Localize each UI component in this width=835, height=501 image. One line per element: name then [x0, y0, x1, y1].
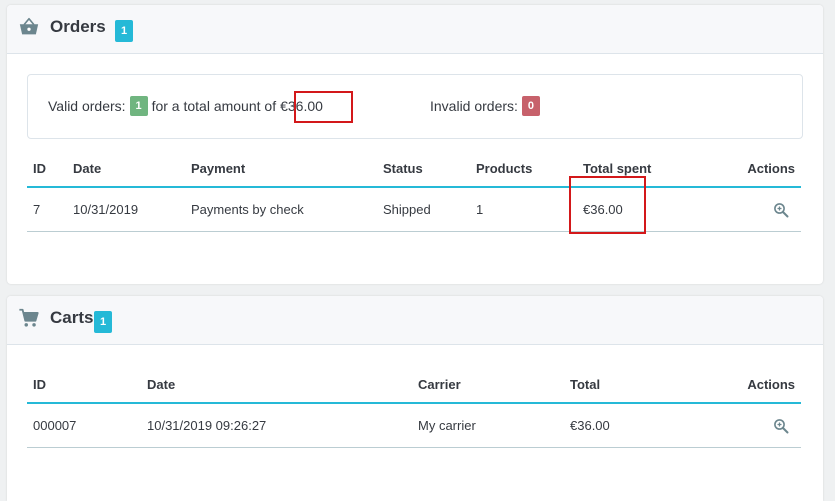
carts-table-header: ID Date Carrier Total Actions: [27, 366, 801, 404]
cart-actions: [696, 403, 801, 448]
cart-carrier: My carrier: [412, 403, 564, 448]
magnifier-plus-icon[interactable]: [773, 202, 789, 218]
shopping-cart-icon: [19, 308, 39, 327]
orders-col-payment[interactable]: Payment: [185, 150, 377, 188]
carts-count-badge: 1: [94, 311, 112, 333]
orders-col-date[interactable]: Date: [67, 150, 185, 188]
table-row[interactable]: 7 10/31/2019 Payments by check Shipped 1…: [27, 187, 801, 232]
basket-icon: [19, 17, 39, 35]
invalid-orders-label: Invalid orders:: [430, 98, 518, 114]
highlight-total-amount: [294, 91, 353, 123]
highlight-total-spent: [569, 176, 646, 234]
valid-orders-count-badge: 1: [129, 96, 148, 116]
order-products: 1: [470, 187, 577, 232]
invalid-orders-summary: Invalid orders: 0: [430, 96, 544, 116]
order-payment: Payments by check: [185, 187, 377, 232]
orders-count-badge: 1: [115, 20, 133, 42]
order-status: Shipped: [377, 187, 470, 232]
order-date: 10/31/2019: [67, 187, 185, 232]
orders-panel: Orders 1 Valid orders: 1 for a total amo…: [7, 5, 823, 284]
carts-col-actions: Actions: [696, 366, 801, 404]
carts-col-id[interactable]: ID: [27, 366, 141, 404]
carts-table: ID Date Carrier Total Actions 000007 10/…: [27, 366, 801, 448]
orders-table: ID Date Payment Status Products Total sp…: [27, 150, 801, 232]
orders-col-actions: Actions: [699, 150, 801, 188]
carts-col-total[interactable]: Total: [564, 366, 696, 404]
cart-total: €36.00: [564, 403, 696, 448]
magnifier-plus-icon[interactable]: [773, 418, 789, 434]
table-row[interactable]: 000007 10/31/2019 09:26:27 My carrier €3…: [27, 403, 801, 448]
order-actions: [699, 187, 801, 232]
valid-orders-summary: Valid orders: 1 for a total amount of €3…: [48, 96, 323, 116]
order-id: 7: [27, 187, 67, 232]
carts-col-carrier[interactable]: Carrier: [412, 366, 564, 404]
carts-title: Carts: [50, 308, 94, 327]
total-amount-label: for a total amount of: [151, 98, 277, 114]
orders-panel-heading: Orders 1: [7, 5, 823, 54]
orders-col-id[interactable]: ID: [27, 150, 67, 188]
carts-panel-heading: Carts 1: [7, 296, 823, 345]
cart-date: 10/31/2019 09:26:27: [141, 403, 412, 448]
orders-summary-box: Valid orders: 1 for a total amount of €3…: [27, 74, 803, 139]
cart-id: 000007: [27, 403, 141, 448]
orders-col-products[interactable]: Products: [470, 150, 577, 188]
invalid-orders-count-badge: 0: [521, 96, 540, 116]
orders-table-header: ID Date Payment Status Products Total sp…: [27, 150, 801, 188]
orders-col-status[interactable]: Status: [377, 150, 470, 188]
orders-title: Orders: [50, 17, 106, 36]
carts-col-date[interactable]: Date: [141, 366, 412, 404]
carts-panel: Carts 1 ID Date Carrier Total Actions 00…: [7, 296, 823, 501]
valid-orders-label: Valid orders:: [48, 98, 126, 114]
